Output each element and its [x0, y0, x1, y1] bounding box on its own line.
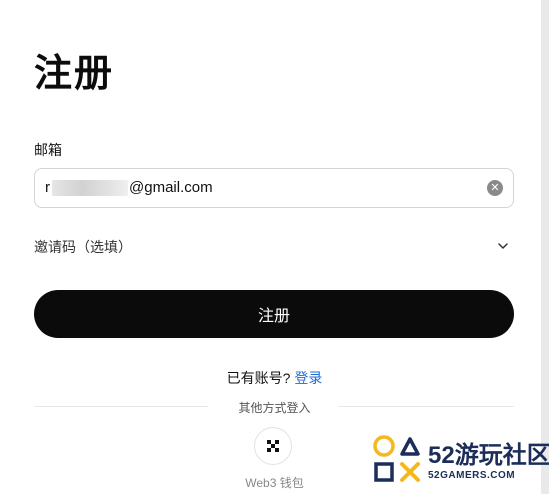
login-link[interactable]: 登录: [294, 370, 322, 386]
register-page: 注册 邮箱 r @gmail.com ✕ 邀请码（选填） 注册 已有账号? 登录 其…: [0, 0, 549, 494]
register-button[interactable]: 注册: [34, 290, 514, 338]
page-title: 注册: [34, 53, 115, 95]
email-field[interactable]: r @gmail.com ✕: [34, 168, 514, 208]
divider-right: [338, 406, 514, 407]
email-value-suffix: @gmail.com: [129, 179, 213, 196]
watermark-logo-icon: [373, 435, 420, 482]
web3-wallet-button[interactable]: [254, 427, 292, 465]
login-prompt: 已有账号? 登录: [0, 368, 549, 388]
chevron-down-icon: [498, 243, 508, 249]
email-value-prefix: r: [45, 179, 50, 196]
watermark-brand: 52游玩社区: [428, 442, 549, 469]
have-account-text: 已有账号?: [226, 370, 291, 386]
invite-code-label: 邀请码（选填）: [34, 239, 132, 255]
email-label: 邮箱: [34, 142, 62, 158]
other-login-methods-label: 其他方式登入: [238, 401, 311, 415]
email-value[interactable]: r @gmail.com: [45, 179, 213, 197]
redacted-email-segment: [52, 180, 128, 197]
invite-code-toggle[interactable]: 邀请码（选填）: [34, 236, 514, 260]
close-circle-icon[interactable]: ✕: [487, 180, 503, 196]
window-edge: [541, 0, 549, 494]
site-watermark: 52游玩社区 52GAMERS.COM: [372, 434, 549, 490]
watermark-sub: 52GAMERS.COM: [428, 470, 516, 481]
web3-wallet-icon: [267, 440, 279, 452]
